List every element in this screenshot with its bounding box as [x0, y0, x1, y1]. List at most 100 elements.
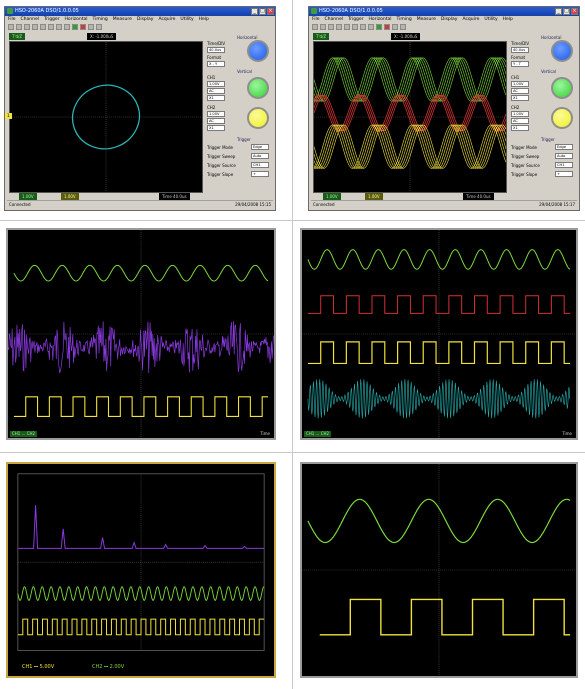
format-select[interactable]: Y - T	[511, 61, 529, 67]
menu-channel[interactable]: Channel	[21, 16, 39, 23]
ch2-checkbox[interactable]: CH2	[207, 105, 215, 110]
trigger-sweep-select[interactable]: Auto	[555, 153, 573, 159]
time-div-select[interactable]: 40.0us	[207, 47, 225, 53]
scope-screen-4[interactable]: CH1 ... CH2 Time	[300, 228, 578, 440]
connection-status: Connected	[313, 202, 335, 207]
open-icon[interactable]	[312, 24, 318, 30]
print-icon[interactable]	[24, 24, 30, 30]
ch1-volts-select[interactable]: 1.00V	[511, 81, 529, 87]
ch1-probe-select[interactable]: X1	[511, 95, 529, 101]
measure-icon[interactable]	[48, 24, 54, 30]
ch1-coupling-select[interactable]: AC	[511, 88, 529, 94]
maximize-button[interactable]: □	[259, 8, 266, 15]
trigger-sweep-select[interactable]: Auto	[251, 153, 269, 159]
scope-screen-6[interactable]	[300, 462, 578, 678]
trigger-source-select[interactable]: CH1	[555, 162, 573, 168]
auto-icon[interactable]	[400, 24, 406, 30]
mode-label: T'd/Z	[313, 33, 330, 40]
menu-measure[interactable]: Measure	[417, 16, 436, 23]
ch1-checkbox[interactable]: CH1	[511, 75, 519, 80]
menu-horizontal[interactable]: Horizontal	[369, 16, 392, 23]
ch2-knob[interactable]	[247, 107, 269, 129]
menu-display[interactable]: Display	[137, 16, 154, 23]
ch1-knob[interactable]	[551, 77, 573, 99]
menu-help[interactable]: Help	[503, 16, 513, 23]
scope-screen-3[interactable]: CH1 ... CH2 Time	[6, 228, 276, 440]
horizontal-title: Horizontal	[541, 35, 562, 40]
window-titlebar[interactable]: HSO-2060A DSO/1.0.0.05 _ □ ×	[5, 7, 275, 16]
menu-display[interactable]: Display	[441, 16, 458, 23]
single-icon[interactable]	[88, 24, 94, 30]
menu-utility[interactable]: Utility	[484, 16, 497, 23]
menu-utility[interactable]: Utility	[180, 16, 193, 23]
trigger-slope-label: Trigger Slope	[207, 172, 234, 177]
close-button[interactable]: ×	[267, 8, 274, 15]
ch2-scale-readout: 1.00V	[365, 193, 383, 200]
ch1-probe-select[interactable]: X1	[207, 95, 225, 101]
ch2-volts-select[interactable]: 1.00V	[511, 111, 529, 117]
trigger-mode-select[interactable]: Edge	[555, 144, 573, 150]
app-icon	[311, 8, 317, 14]
run-icon[interactable]	[72, 24, 78, 30]
ch2-probe-select[interactable]: X1	[207, 125, 225, 131]
scope-screen-xy[interactable]	[9, 41, 203, 193]
ch2-probe-select[interactable]: X1	[511, 125, 529, 131]
run-icon[interactable]	[376, 24, 382, 30]
save-icon[interactable]	[16, 24, 22, 30]
ch2-knob[interactable]	[551, 107, 573, 129]
ch1-coupling-select[interactable]: AC	[207, 88, 225, 94]
ch1-icon[interactable]	[56, 24, 62, 30]
ch1-icon[interactable]	[360, 24, 366, 30]
format-select[interactable]: X - Y	[207, 61, 225, 67]
cursor-icon[interactable]	[32, 24, 38, 30]
menu-acquire[interactable]: Acquire	[462, 16, 479, 23]
single-icon[interactable]	[392, 24, 398, 30]
window-titlebar[interactable]: HSO-2060A DSO/1.0.0.05 _ □ ×	[309, 7, 579, 16]
menu-trigger[interactable]: Trigger	[44, 16, 60, 23]
ch2-coupling-select[interactable]: AC	[207, 118, 225, 124]
auto-icon[interactable]	[96, 24, 102, 30]
menu-channel[interactable]: Channel	[325, 16, 343, 23]
stop-icon[interactable]	[384, 24, 390, 30]
stop-icon[interactable]	[80, 24, 86, 30]
save-icon[interactable]	[320, 24, 326, 30]
menu-file[interactable]: File	[8, 16, 16, 23]
zoom-icon[interactable]	[344, 24, 350, 30]
menu-timing[interactable]: Timing	[397, 16, 412, 23]
menu-timing[interactable]: Timing	[93, 16, 108, 23]
menu-measure[interactable]: Measure	[113, 16, 132, 23]
menu-acquire[interactable]: Acquire	[158, 16, 175, 23]
menu-trigger[interactable]: Trigger	[348, 16, 364, 23]
close-button[interactable]: ×	[571, 8, 578, 15]
ch2-icon[interactable]	[368, 24, 374, 30]
menu-horizontal[interactable]: Horizontal	[65, 16, 88, 23]
ch2-coupling-select[interactable]: AC	[511, 118, 529, 124]
scope-screen-5[interactable]: CH1 ⎓ 5.00V CH2 ⎓ 2.00V	[6, 462, 276, 678]
open-icon[interactable]	[8, 24, 14, 30]
horizontal-knob[interactable]	[551, 40, 573, 62]
ch2-volts-select[interactable]: 1.00V	[207, 111, 225, 117]
ch1-scale-readout: CH1 ⎓ 5.00V	[22, 664, 55, 670]
time-div-select[interactable]: 40.0us	[511, 47, 529, 53]
ch1-checkbox[interactable]: CH1	[207, 75, 215, 80]
ch1-knob[interactable]	[247, 77, 269, 99]
zoom-icon[interactable]	[40, 24, 46, 30]
trigger-slope-select[interactable]: +	[251, 171, 269, 177]
ch1-volts-select[interactable]: 1.00V	[207, 81, 225, 87]
toolbar	[309, 23, 579, 31]
trigger-mode-select[interactable]: Edge	[251, 144, 269, 150]
ch2-icon[interactable]	[64, 24, 70, 30]
scope-screen-yt[interactable]	[313, 41, 507, 193]
print-icon[interactable]	[328, 24, 334, 30]
trigger-source-select[interactable]: CH1	[251, 162, 269, 168]
menu-help[interactable]: Help	[199, 16, 209, 23]
maximize-button[interactable]: □	[563, 8, 570, 15]
trigger-slope-select[interactable]: +	[555, 171, 573, 177]
cursor-icon[interactable]	[336, 24, 342, 30]
horizontal-knob[interactable]	[247, 40, 269, 62]
measure-icon[interactable]	[352, 24, 358, 30]
menu-file[interactable]: File	[312, 16, 320, 23]
ch2-checkbox[interactable]: CH2	[511, 105, 519, 110]
minimize-button[interactable]: _	[251, 8, 258, 15]
minimize-button[interactable]: _	[555, 8, 562, 15]
